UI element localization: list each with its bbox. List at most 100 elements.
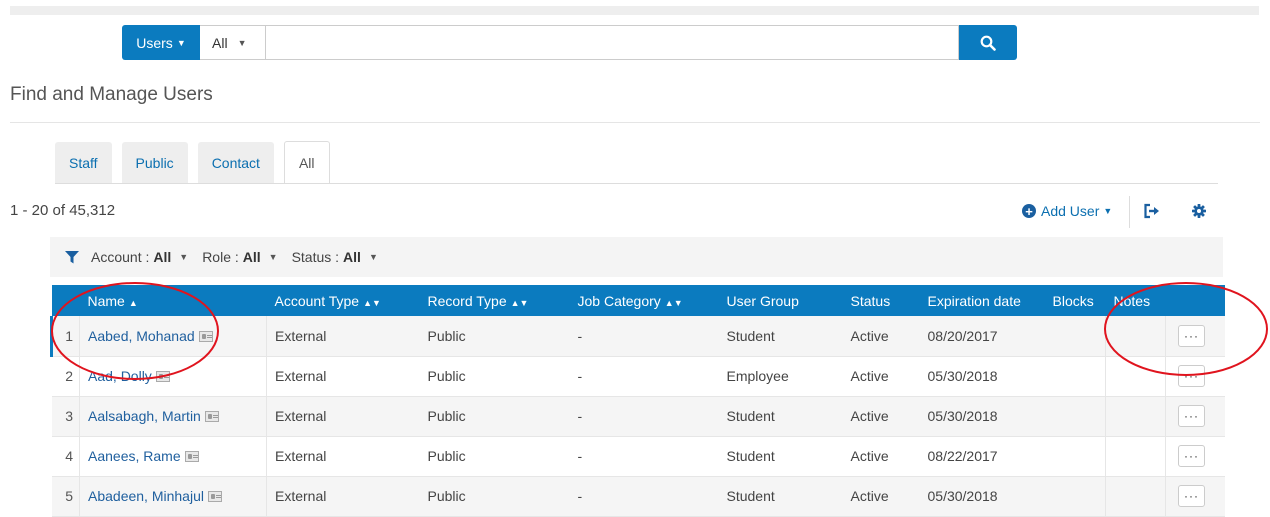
actions-header <box>1165 285 1225 316</box>
row-actions-cell: ··· <box>1165 436 1225 477</box>
expiration-date-cell: 08/20/2017 <box>919 316 1045 357</box>
account-filter-label: Account : <box>91 249 150 265</box>
role-filter-value: All <box>242 249 261 265</box>
export-button[interactable] <box>1143 203 1161 222</box>
notes-cell <box>1105 316 1166 357</box>
job-category-cell: - <box>569 396 719 437</box>
status-filter-value: All <box>343 249 361 265</box>
table-row[interactable]: 5 Abadeen, Minhajul External Public - Student… <box>51 476 1225 517</box>
export-icon <box>1144 203 1159 219</box>
status-cell: Active <box>842 476 920 517</box>
search-scope-label: Users <box>136 34 173 51</box>
tab-contact[interactable]: Contact <box>197 142 274 183</box>
status-filter[interactable]: Status : All ▼ <box>292 249 378 265</box>
sort-icon: ▲▼ <box>363 297 381 308</box>
search-scope-button[interactable]: Users ▼ <box>122 25 200 60</box>
user-name-link[interactable]: Aalsabagh, Martin <box>88 408 201 424</box>
blocks-cell <box>1044 476 1106 517</box>
account-type-cell: External <box>266 436 420 477</box>
row-actions-button[interactable]: ··· <box>1178 324 1205 347</box>
tab-staff[interactable]: Staff <box>55 142 112 183</box>
filter-bar: Account : All ▼ Role : All ▼ Status : Al… <box>50 237 1223 277</box>
column-header-user-group: User Group <box>718 285 843 316</box>
row-actions-cell: ··· <box>1165 476 1225 517</box>
account-type-cell: External <box>266 316 420 357</box>
column-header-record-type[interactable]: Record Type ▲▼ <box>419 285 570 316</box>
column-header-expiration-date: Expiration date <box>919 285 1045 316</box>
table-row[interactable]: 1 Aabed, Mohanad External Public - Student Act… <box>50 316 1225 357</box>
search-icon <box>980 35 996 51</box>
role-filter-label: Role : <box>202 249 239 265</box>
status-cell: Active <box>842 316 920 357</box>
row-actions-button[interactable]: ··· <box>1178 365 1205 387</box>
user-name-link[interactable]: Aad, Dolly <box>88 368 152 384</box>
settings-button[interactable] <box>1192 204 1206 221</box>
blocks-cell <box>1044 396 1106 437</box>
notes-cell <box>1105 356 1166 397</box>
gear-icon <box>1192 204 1206 218</box>
search-bar: Users ▼ All ▼ <box>122 25 1017 60</box>
column-header-account-type[interactable]: Account Type ▲▼ <box>266 285 420 316</box>
status-cell: Active <box>842 436 920 477</box>
row-index: 5 <box>51 476 80 517</box>
tab-all[interactable]: All <box>283 141 330 183</box>
tab-public[interactable]: Public <box>121 142 188 183</box>
search-input[interactable] <box>265 25 959 60</box>
column-header-name[interactable]: Name ▲ <box>79 285 267 316</box>
role-filter[interactable]: Role : All ▼ <box>202 249 277 265</box>
account-type-cell: External <box>266 476 420 517</box>
toolbar-separator <box>1129 196 1130 228</box>
expiration-date-cell: 05/30/2018 <box>919 356 1045 397</box>
page-title: Find and Manage Users <box>10 84 213 105</box>
account-type-cell: External <box>266 356 420 397</box>
table-row[interactable]: 3 Aalsabagh, Martin External Public - Student… <box>51 396 1225 437</box>
sort-asc-icon: ▲ <box>128 297 138 308</box>
table-header-row: Name ▲ Account Type ▲▼ Record Type ▲▼ Job C… <box>51 285 1225 316</box>
blocks-cell <box>1044 316 1106 357</box>
search-filter-select[interactable]: All ▼ <box>200 25 265 60</box>
row-actions-button[interactable]: ··· <box>1178 445 1205 467</box>
user-name-link[interactable]: Aanees, Rame <box>88 448 181 464</box>
status-filter-label: Status : <box>291 249 340 265</box>
top-strip <box>10 6 1259 15</box>
user-name-link[interactable]: Abadeen, Minhajul <box>88 488 204 504</box>
user-card-icon[interactable] <box>198 330 213 342</box>
notes-cell <box>1105 476 1166 517</box>
table-row[interactable]: 2 Aad, Dolly External Public - Employee Active… <box>51 356 1225 397</box>
caret-down-icon: ▼ <box>1103 206 1113 216</box>
table-row[interactable]: 4 Aanees, Rame External Public - Student Activ… <box>51 436 1225 477</box>
column-header-blocks: Blocks <box>1044 285 1106 316</box>
row-actions-cell: ··· <box>1165 396 1225 437</box>
user-card-icon[interactable] <box>155 371 170 382</box>
account-filter[interactable]: Account : All ▼ <box>91 249 188 265</box>
name-cell: Aanees, Rame <box>79 436 267 477</box>
caret-down-icon: ▼ <box>176 37 186 48</box>
user-card-icon[interactable] <box>207 491 222 502</box>
job-category-cell: - <box>569 356 719 397</box>
sort-icon: ▲▼ <box>510 297 529 308</box>
blocks-cell <box>1044 356 1106 397</box>
user-group-cell: Student <box>718 476 843 517</box>
row-actions-button[interactable]: ··· <box>1178 405 1205 427</box>
status-cell: Active <box>842 356 920 397</box>
record-type-cell: Public <box>419 316 570 357</box>
search-button[interactable] <box>959 25 1017 60</box>
status-cell: Active <box>842 396 920 437</box>
user-card-icon[interactable] <box>184 451 199 462</box>
name-cell: Aabed, Mohanad <box>79 316 267 357</box>
add-user-label: Add User <box>1041 203 1100 219</box>
user-name-link[interactable]: Aabed, Mohanad <box>88 328 195 344</box>
user-card-icon[interactable] <box>204 411 219 422</box>
notes-cell <box>1105 396 1166 437</box>
row-index: 3 <box>51 396 80 437</box>
add-user-button[interactable]: + Add User ▼ <box>1022 203 1112 219</box>
title-divider <box>10 122 1260 123</box>
account-type-cell: External <box>266 396 420 437</box>
record-type-cell: Public <box>419 356 570 397</box>
row-actions-button[interactable]: ··· <box>1178 485 1205 507</box>
name-cell: Abadeen, Minhajul <box>79 476 267 517</box>
row-index: 1 <box>50 316 80 357</box>
column-header-job-category[interactable]: Job Category ▲▼ <box>569 285 719 316</box>
caret-down-icon: ▼ <box>179 252 189 262</box>
name-cell: Aalsabagh, Martin <box>79 396 267 437</box>
